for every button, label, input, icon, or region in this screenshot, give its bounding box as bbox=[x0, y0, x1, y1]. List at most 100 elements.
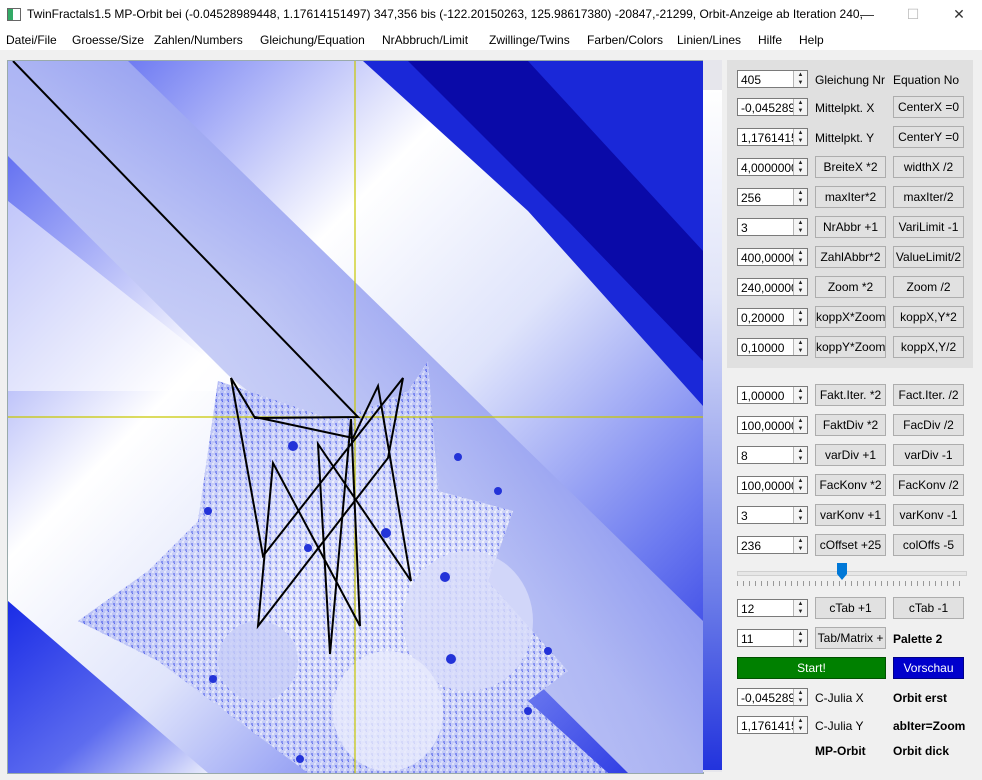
ctab-minus-button[interactable]: cTab -1 bbox=[893, 597, 964, 619]
spin-arrows-icon[interactable]: ▲ ▼ bbox=[793, 219, 807, 235]
menu-lines[interactable]: Linien/Lines bbox=[677, 33, 741, 47]
koppy-zoom-button[interactable]: koppY*Zoom bbox=[815, 336, 886, 358]
faktdiv-spinner[interactable]: 100,00000 ▲ ▼ bbox=[737, 416, 808, 434]
koppxy-half-button[interactable]: koppX,Y/2 bbox=[893, 336, 964, 358]
menu-help[interactable]: Help bbox=[799, 33, 824, 47]
spin-arrows-icon[interactable]: ▲ ▼ bbox=[793, 189, 807, 205]
spin-arrows-icon[interactable]: ▲ ▼ bbox=[793, 387, 807, 403]
menu-equation[interactable]: Gleichung/Equation bbox=[260, 33, 365, 47]
spin-arrows-icon[interactable]: ▲ ▼ bbox=[793, 417, 807, 433]
varilimit-minus-button[interactable]: VariLimit -1 bbox=[893, 216, 964, 238]
spin-arrows-icon[interactable]: ▲ ▼ bbox=[793, 537, 807, 553]
maxiter-spinner[interactable]: 256 ▲ ▼ bbox=[737, 188, 808, 206]
varkonv-spinner[interactable]: 3 ▲ ▼ bbox=[737, 506, 808, 524]
fakt-iter-spinner[interactable]: 1,00000 ▲ ▼ bbox=[737, 386, 808, 404]
spin-arrows-icon[interactable]: ▲ ▼ bbox=[793, 447, 807, 463]
spin-arrows-icon[interactable]: ▲ ▼ bbox=[793, 630, 807, 646]
menu-hilfe[interactable]: Hilfe bbox=[758, 33, 782, 47]
koppx-zoom-button[interactable]: koppX*Zoom bbox=[815, 306, 886, 328]
zoom-half-button[interactable]: Zoom /2 bbox=[893, 276, 964, 298]
spin-arrows-icon[interactable]: ▲ ▼ bbox=[793, 477, 807, 493]
varkonv-value: 3 bbox=[741, 509, 748, 523]
slider-thumb-icon[interactable] bbox=[837, 563, 847, 580]
vorschau-button[interactable]: Vorschau bbox=[893, 657, 964, 679]
faktdiv-double-button[interactable]: FaktDiv *2 bbox=[815, 414, 886, 436]
color-slider[interactable] bbox=[737, 563, 967, 587]
zahlabbr-double-button[interactable]: ZahlAbbr*2 bbox=[815, 246, 886, 268]
facdiv-half-button[interactable]: FacDiv /2 bbox=[893, 414, 964, 436]
menu-file[interactable]: Datei/File bbox=[6, 33, 57, 47]
center-x-spinner[interactable]: -0,045289 ▲ ▼ bbox=[737, 98, 808, 116]
menu-size[interactable]: Groesse/Size bbox=[72, 33, 144, 47]
width-half-button[interactable]: widthX /2 bbox=[893, 156, 964, 178]
menu-numbers[interactable]: Zahlen/Numbers bbox=[154, 33, 243, 47]
zahlabbr-spinner[interactable]: 400,00000 ▲ ▼ bbox=[737, 248, 808, 266]
maximize-button[interactable]: ☐ bbox=[890, 0, 936, 30]
julia-x-spinner[interactable]: -0,045289 ▲ ▼ bbox=[737, 688, 808, 706]
menu-colors[interactable]: Farben/Colors bbox=[587, 33, 663, 47]
equation-spinner[interactable]: 405 ▲ ▼ bbox=[737, 70, 808, 88]
spin-arrows-icon[interactable]: ▲ ▼ bbox=[793, 129, 807, 145]
maxiter-half-button[interactable]: maxIter/2 bbox=[893, 186, 964, 208]
minimize-button[interactable]: — bbox=[844, 0, 890, 30]
spin-arrows-icon[interactable]: ▲ ▼ bbox=[793, 159, 807, 175]
spin-arrows-icon[interactable]: ▲ ▼ bbox=[793, 689, 807, 705]
canvas-scrollbar[interactable] bbox=[703, 60, 722, 772]
spin-arrows-icon[interactable]: ▲ ▼ bbox=[793, 717, 807, 733]
fackonv-half-button[interactable]: FacKonv /2 bbox=[893, 474, 964, 496]
fact-iter-half-button[interactable]: Fact.Iter. /2 bbox=[893, 384, 964, 406]
maxiter-double-button[interactable]: maxIter*2 bbox=[815, 186, 886, 208]
coffset-value: 236 bbox=[741, 539, 762, 553]
center-y-zero-button[interactable]: CenterY =0 bbox=[893, 126, 964, 148]
menu-limit[interactable]: NrAbbruch/Limit bbox=[382, 33, 468, 47]
center-y-spinner[interactable]: 1,1761415 ▲ ▼ bbox=[737, 128, 808, 146]
matrix-spinner[interactable]: 11 ▲ ▼ bbox=[737, 629, 808, 647]
close-button[interactable]: ✕ bbox=[936, 0, 982, 30]
spin-arrows-icon[interactable]: ▲ ▼ bbox=[793, 309, 807, 325]
spin-arrows-icon[interactable]: ▲ ▼ bbox=[793, 71, 807, 87]
width-spinner[interactable]: 4,0000000 ▲ ▼ bbox=[737, 158, 808, 176]
nrabbr-spinner[interactable]: 3 ▲ ▼ bbox=[737, 218, 808, 236]
zoom-spinner[interactable]: 240,00000 ▲ ▼ bbox=[737, 278, 808, 296]
valuelimit-half-button[interactable]: ValueLimit/2 bbox=[893, 246, 964, 268]
menu-twins[interactable]: Zwillinge/Twins bbox=[489, 33, 570, 47]
zoom-value: 240,00000 bbox=[741, 281, 793, 295]
scrollbar-thumb[interactable] bbox=[703, 90, 722, 770]
ctab-spinner[interactable]: 12 ▲ ▼ bbox=[737, 599, 808, 617]
vardiv-plus-button[interactable]: varDiv +1 bbox=[815, 444, 886, 466]
vardiv-spinner[interactable]: 8 ▲ ▼ bbox=[737, 446, 808, 464]
varkonv-minus-button[interactable]: varKonv -1 bbox=[893, 504, 964, 526]
fakt-iter-double-button[interactable]: Fakt.Iter. *2 bbox=[815, 384, 886, 406]
fackonv-double-button[interactable]: FacKonv *2 bbox=[815, 474, 886, 496]
varkonv-plus-button[interactable]: varKonv +1 bbox=[815, 504, 886, 526]
vardiv-minus-button[interactable]: varDiv -1 bbox=[893, 444, 964, 466]
spin-arrows-icon[interactable]: ▲ ▼ bbox=[793, 600, 807, 616]
coffset-spinner[interactable]: 236 ▲ ▼ bbox=[737, 536, 808, 554]
ctab-value: 12 bbox=[741, 602, 755, 616]
julia-y-spinner[interactable]: 1,1761415 ▲ ▼ bbox=[737, 716, 808, 734]
spin-arrows-icon[interactable]: ▲ ▼ bbox=[793, 99, 807, 115]
tab-matrix-button[interactable]: Tab/Matrix + bbox=[815, 627, 886, 649]
koppy-value: 0,10000 bbox=[741, 341, 785, 355]
koppx-spinner[interactable]: 0,20000 ▲ ▼ bbox=[737, 308, 808, 326]
spin-arrows-icon[interactable]: ▲ ▼ bbox=[793, 279, 807, 295]
spin-arrows-icon[interactable]: ▲ ▼ bbox=[793, 249, 807, 265]
zoom-double-button[interactable]: Zoom *2 bbox=[815, 276, 886, 298]
nrabbr-plus-button[interactable]: NrAbbr +1 bbox=[815, 216, 886, 238]
center-x-zero-button[interactable]: CenterX =0 bbox=[893, 96, 964, 118]
width-double-button[interactable]: BreiteX *2 bbox=[815, 156, 886, 178]
spin-arrows-icon[interactable]: ▲ ▼ bbox=[793, 339, 807, 355]
equation-value: 405 bbox=[741, 73, 762, 87]
fackonv-spinner[interactable]: 100,00000 ▲ ▼ bbox=[737, 476, 808, 494]
fractal-canvas[interactable] bbox=[7, 60, 704, 774]
spin-arrows-icon[interactable]: ▲ ▼ bbox=[793, 507, 807, 523]
start-button[interactable]: Start! bbox=[737, 657, 886, 679]
orbit-erst-label: Orbit erst bbox=[893, 691, 948, 705]
coffset-plus-button[interactable]: cOffset +25 bbox=[815, 534, 886, 556]
koppxy-double-button[interactable]: koppX,Y*2 bbox=[893, 306, 964, 328]
koppx-value: 0,20000 bbox=[741, 311, 785, 325]
ctab-plus-button[interactable]: cTab +1 bbox=[815, 597, 886, 619]
matrix-value: 11 bbox=[741, 632, 754, 646]
koppy-spinner[interactable]: 0,10000 ▲ ▼ bbox=[737, 338, 808, 356]
coloffs-minus-button[interactable]: colOffs -5 bbox=[893, 534, 964, 556]
